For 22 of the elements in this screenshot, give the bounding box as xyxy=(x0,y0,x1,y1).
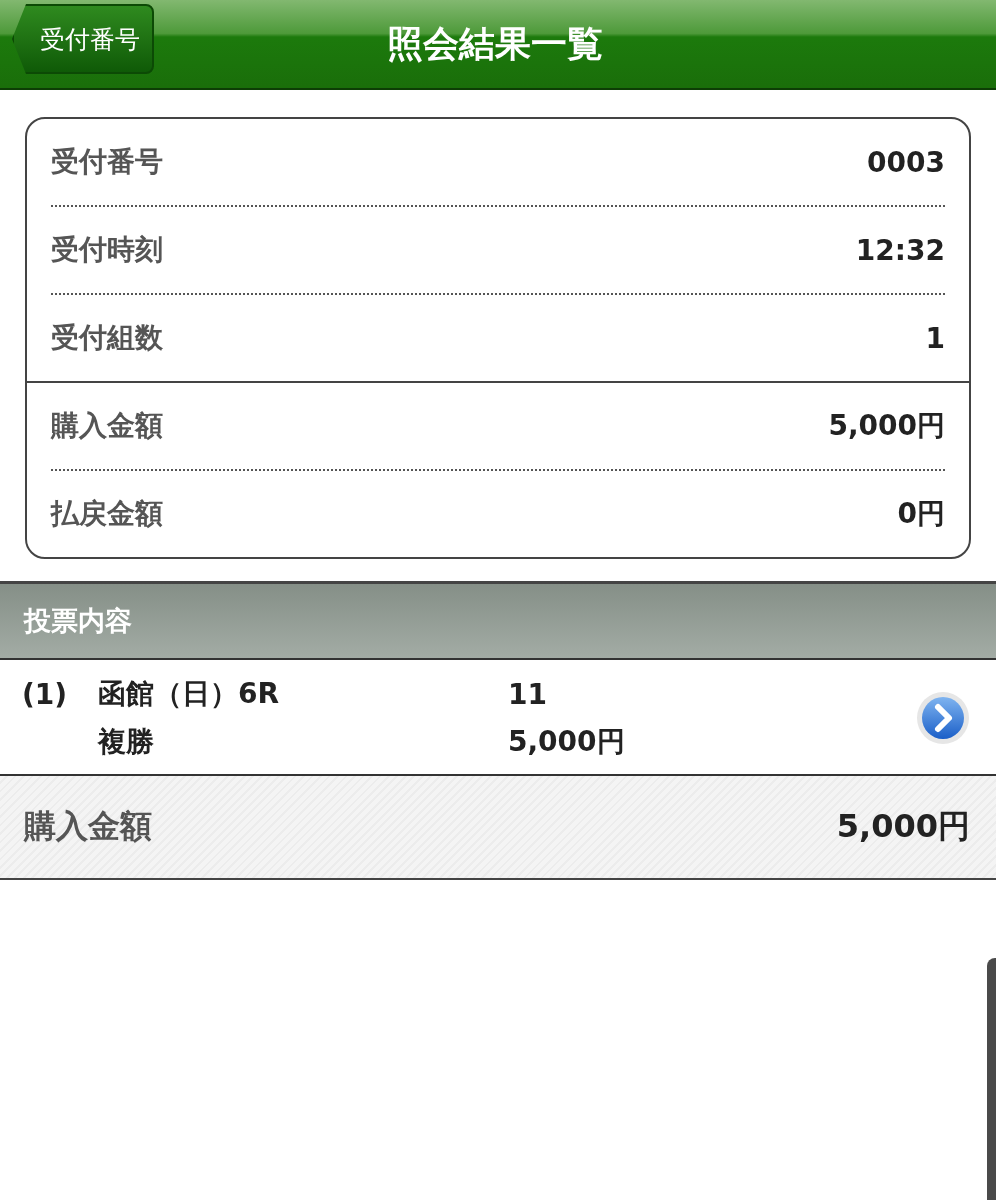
scroll-handle[interactable] xyxy=(987,958,996,1200)
field-value: 0円 xyxy=(897,496,945,532)
page-title: 照会結果一覧 xyxy=(387,21,603,66)
bet-type: 複勝 xyxy=(98,724,155,760)
field-label: 受付組数 xyxy=(51,320,163,356)
section-header: 投票内容 xyxy=(0,581,996,660)
field-value: 1 xyxy=(925,321,945,355)
field-label: 受付時刻 xyxy=(51,232,163,268)
field-value: 5,000円 xyxy=(828,408,945,444)
back-button[interactable]: 受付番号 xyxy=(12,4,154,74)
field-label: 受付番号 xyxy=(51,144,163,180)
field-value: 12:32 xyxy=(855,233,945,267)
race-name: 函館（日）6R xyxy=(98,676,281,712)
field-label: 払戻金額 xyxy=(51,496,163,532)
total-value: 5,000円 xyxy=(836,806,970,847)
field-value: 0003 xyxy=(867,145,945,179)
total-label: 購入金額 xyxy=(24,806,152,847)
field-label: 購入金額 xyxy=(51,408,163,444)
bet-number: (1) xyxy=(22,677,69,711)
chevron-right-icon[interactable] xyxy=(916,691,970,745)
bet-amount: 5,000円 xyxy=(508,724,626,760)
horse-number: 11 xyxy=(508,677,548,711)
